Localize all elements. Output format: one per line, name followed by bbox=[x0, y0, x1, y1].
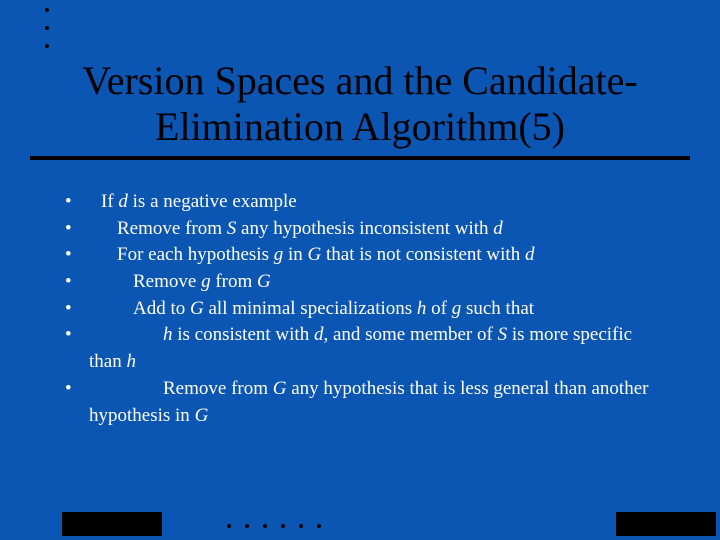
decoration-bar-bottom-right bbox=[616, 512, 716, 536]
decoration-bar-bottom-left bbox=[62, 512, 162, 536]
decoration-dots-top-left bbox=[45, 8, 49, 62]
title-underline bbox=[30, 156, 690, 160]
title-line-1: Version Spaces and the Candidate- bbox=[82, 58, 637, 103]
list-item: •h is consistent with d, and some member… bbox=[65, 323, 665, 348]
list-item: •Remove g from G bbox=[65, 270, 665, 295]
bullet-icon: • bbox=[65, 217, 89, 242]
bullet-icon: • bbox=[65, 297, 89, 322]
decoration-dots-bottom bbox=[227, 524, 335, 528]
list-item: •If d is a negative example bbox=[65, 190, 665, 215]
list-item: •Remove from S any hypothesis inconsiste… bbox=[65, 217, 665, 242]
bullet-icon: • bbox=[65, 243, 89, 268]
list-item-text: Remove from G any hypothesis that is les… bbox=[89, 377, 665, 402]
list-item-text: h is consistent with d, and some member … bbox=[89, 323, 665, 348]
bullet-icon: • bbox=[65, 190, 89, 215]
list-item-text: than h bbox=[89, 350, 665, 375]
slide-body: •If d is a negative example•Remove from … bbox=[65, 190, 665, 430]
list-item-continuation: than h bbox=[65, 350, 665, 375]
slide: Version Spaces and the Candidate- Elimin… bbox=[0, 0, 720, 540]
list-item-text: If d is a negative example bbox=[89, 190, 665, 215]
title-line-2: Elimination Algorithm(5) bbox=[155, 104, 565, 149]
bullet-icon: • bbox=[65, 270, 89, 295]
list-item-text: Remove g from G bbox=[89, 270, 665, 295]
list-item-text: Add to G all minimal specializations h o… bbox=[89, 297, 665, 322]
list-item-text: hypothesis in G bbox=[89, 404, 665, 429]
bullet-icon: • bbox=[65, 323, 89, 348]
list-item: •Add to G all minimal specializations h … bbox=[65, 297, 665, 322]
list-item: •Remove from G any hypothesis that is le… bbox=[65, 377, 665, 402]
bullet-icon: • bbox=[65, 377, 89, 402]
list-item: •For each hypothesis g in G that is not … bbox=[65, 243, 665, 268]
list-item-text: Remove from S any hypothesis inconsisten… bbox=[89, 217, 665, 242]
list-item-continuation: hypothesis in G bbox=[65, 404, 665, 429]
slide-title: Version Spaces and the Candidate- Elimin… bbox=[0, 58, 720, 150]
list-item-text: For each hypothesis g in G that is not c… bbox=[89, 243, 665, 268]
